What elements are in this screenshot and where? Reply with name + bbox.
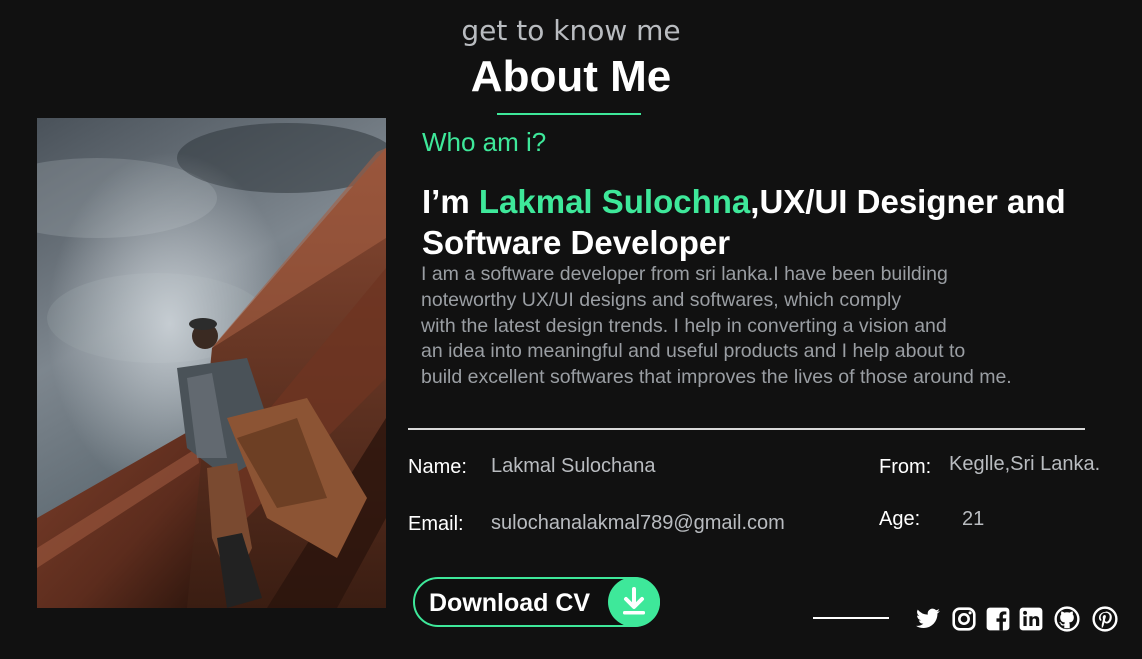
headline-suffix: ,UX/UI Designer and	[750, 183, 1066, 220]
email-label: Email:	[408, 513, 464, 535]
section-subtitle: get to know me	[461, 14, 681, 47]
bio-line: build excellent softwares that improves …	[421, 366, 1012, 389]
bio-line: an idea into meaningful and useful produ…	[421, 340, 966, 363]
headline-prefix: I’m	[422, 183, 479, 220]
headline-name: Lakmal Sulochna	[478, 183, 751, 220]
twitter-icon[interactable]	[915, 606, 941, 632]
download-icon	[608, 577, 660, 627]
title-underline	[497, 113, 641, 115]
download-cv-label: Download CV	[429, 589, 591, 617]
instagram-icon[interactable]	[951, 606, 977, 632]
pinterest-icon[interactable]	[1092, 606, 1118, 632]
bio-line: noteworthy UX/UI designs and softwares, …	[421, 288, 902, 311]
download-cv-button[interactable]: Download CV	[413, 577, 660, 627]
from-label: From:	[879, 456, 932, 478]
bio-line: I am a software developer from sri lanka…	[421, 263, 948, 285]
headline-line2: Software Developer	[422, 224, 731, 261]
social-divider	[813, 617, 889, 619]
name-label: Name:	[408, 456, 467, 478]
bio-line: with the latest design trends. I help in…	[421, 314, 947, 337]
github-icon[interactable]	[1054, 606, 1080, 632]
bio-paragraph: I am a software developer from sri lanka…	[421, 262, 1111, 391]
facebook-icon[interactable]	[985, 606, 1011, 632]
from-value: Keglle,Sri Lanka.	[949, 453, 1101, 475]
email-value[interactable]: sulochanalakmal789@gmail.com	[491, 512, 785, 535]
who-am-i-label: Who am i?	[422, 127, 547, 157]
linkedin-icon[interactable]	[1018, 606, 1044, 632]
name-value: Lakmal Sulochana	[491, 455, 656, 477]
age-label: Age:	[879, 508, 921, 530]
age-value: 21	[962, 508, 985, 530]
section-title: About Me	[470, 52, 672, 101]
profile-photo	[37, 118, 386, 608]
section-divider	[408, 428, 1085, 430]
headline: I’m Lakmal Sulochna,UX/UI Designer and S…	[422, 181, 1112, 263]
profile-photo-image	[37, 118, 386, 608]
